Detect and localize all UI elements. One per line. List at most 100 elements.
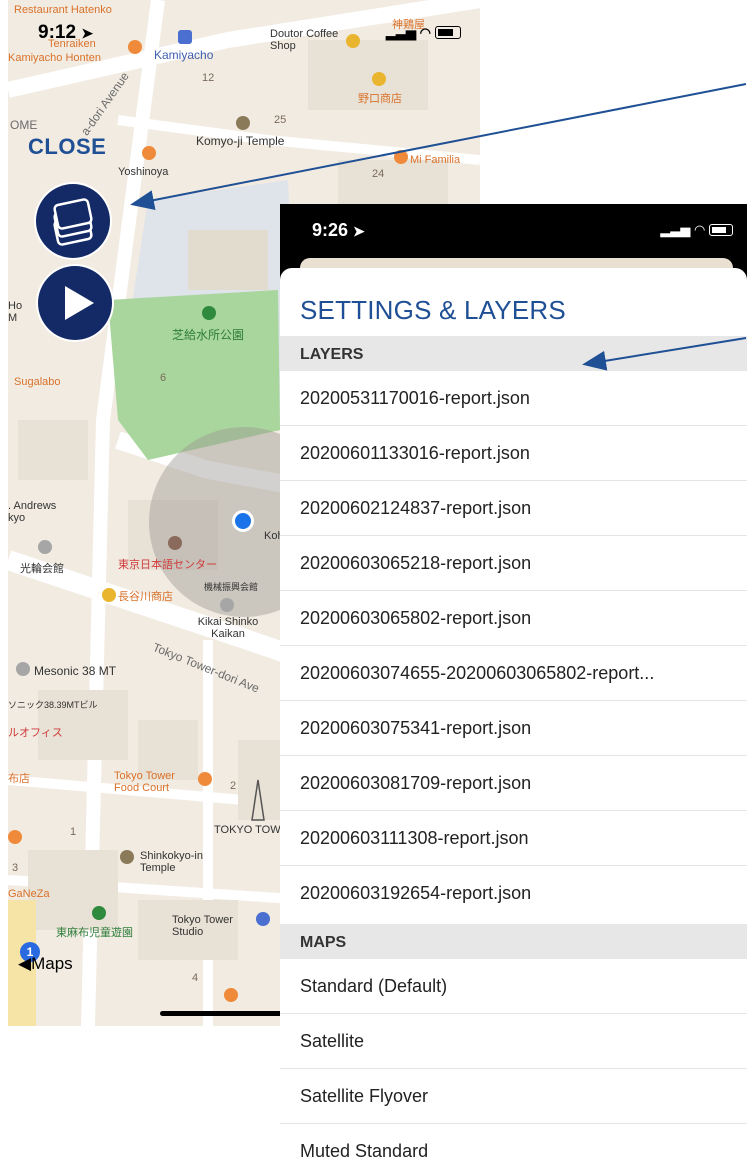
back-to-maps-label: Maps — [31, 954, 73, 973]
map-label[interactable]: ルオフィス — [8, 724, 63, 740]
status-icons: ▂▃▅ ◠ — [386, 24, 461, 41]
block-number: 4 — [192, 972, 199, 984]
map-label[interactable]: Tokyo Tower Studio — [172, 914, 252, 938]
layer-row[interactable]: 20200603065802-report.json — [280, 591, 747, 646]
shop-icon[interactable] — [102, 588, 116, 602]
restaurant-icon[interactable] — [128, 40, 142, 54]
layer-row[interactable]: 20200603075341-report.json — [280, 701, 747, 756]
map-label[interactable]: Mesonic 38 MT — [34, 664, 116, 678]
map-label[interactable]: Doutor Coffee Shop — [270, 28, 340, 52]
layer-row-label: 20200603065218-report.json — [300, 553, 532, 573]
block-number: 24 — [372, 168, 385, 180]
back-to-maps-button[interactable]: ◀Maps — [18, 954, 73, 974]
battery-icon — [709, 224, 733, 236]
status-time-text: 9:12 — [38, 22, 77, 43]
map-label[interactable]: TOKYO TOW — [214, 824, 281, 836]
layer-row-label: 20200531170016-report.json — [300, 388, 530, 408]
layers-section-header: LAYERS — [280, 336, 747, 371]
layer-row[interactable]: 20200603081709-report.json — [280, 756, 747, 811]
map-label[interactable]: 長谷川商店 — [118, 588, 173, 604]
map-label[interactable]: Mi Familia — [410, 154, 460, 166]
play-icon — [65, 286, 94, 320]
map-label[interactable]: 機械振興会館 — [204, 580, 258, 593]
close-button[interactable]: CLOSE — [28, 134, 106, 160]
temple-icon[interactable] — [120, 850, 134, 864]
map-type-row[interactable]: Standard (Default) — [280, 959, 747, 1014]
map-type-label: Standard (Default) — [300, 976, 448, 996]
map-label[interactable]: 布店 — [8, 770, 30, 786]
signal-icon: ▂▃▅ — [660, 222, 691, 237]
map-label[interactable]: Kamiyacho Honten — [8, 52, 101, 64]
map-label[interactable]: 東京日本語センター — [118, 556, 217, 572]
map-label[interactable]: GaNeZa — [8, 888, 50, 900]
layer-row[interactable]: 20200602124837-report.json — [280, 481, 747, 536]
map-type-row[interactable]: Satellite — [280, 1014, 747, 1069]
building-icon[interactable] — [38, 540, 52, 554]
map-label[interactable]: Kamiyacho — [154, 48, 213, 62]
location-arrow-icon: ➤ — [81, 25, 94, 41]
layer-row[interactable]: 20200603074655-20200603065802-report... — [280, 646, 747, 701]
map-label[interactable]: Komyo-ji Temple — [196, 134, 284, 148]
settings-screen: 9:26 ➤ ▂▃▅ ◠ SETTINGS & LAYERS LAYERS 20… — [280, 204, 747, 1176]
map-label[interactable]: 野口商店 — [358, 90, 402, 106]
map-label[interactable]: 芝給水所公園 — [172, 326, 244, 343]
building-icon[interactable] — [16, 662, 30, 676]
restaurant-icon[interactable] — [8, 830, 22, 844]
layer-row-label: 20200603081709-report.json — [300, 773, 532, 793]
park-icon[interactable] — [92, 906, 106, 920]
restaurant-icon[interactable] — [224, 988, 238, 1002]
train-station-icon[interactable] — [178, 30, 192, 44]
layers-button[interactable] — [36, 184, 110, 258]
restaurant-icon[interactable] — [142, 146, 156, 160]
temple-icon[interactable] — [236, 116, 250, 130]
map-type-row[interactable]: Satellite Flyover — [280, 1069, 747, 1124]
status-icons: ▂▃▅ ◠ — [660, 222, 733, 238]
sheet-title: SETTINGS & LAYERS — [300, 295, 566, 325]
map-label[interactable]: Shinkokyo-in Temple — [140, 850, 220, 874]
map-label[interactable]: Kikai Shinko Kaikan — [190, 616, 266, 640]
current-location-dot — [232, 510, 254, 532]
layer-row[interactable]: 20200601133016-report.json — [280, 426, 747, 481]
park-icon[interactable] — [202, 306, 216, 320]
layer-row-label: 20200603075341-report.json — [300, 718, 532, 738]
wifi-icon: ◠ — [419, 25, 431, 40]
map-label[interactable]: . Andrews kyo — [8, 500, 68, 524]
layer-row-label: 20200603192654-report.json — [300, 883, 532, 903]
map-label[interactable]: 東麻布児童遊園 — [56, 924, 133, 940]
map-label[interactable]: Ho M — [8, 300, 34, 324]
building-icon[interactable] — [220, 598, 234, 612]
layer-row[interactable]: 20200603111308-report.json — [280, 811, 747, 866]
map-type-label: Muted Standard — [300, 1141, 429, 1161]
signal-icon: ▂▃▅ — [386, 25, 416, 40]
wifi-icon: ◠ — [694, 222, 706, 237]
coffee-icon[interactable] — [346, 34, 360, 48]
restaurant-icon[interactable] — [394, 150, 408, 164]
map-type-row[interactable]: Muted Standard — [280, 1124, 747, 1176]
block-number: 3 — [12, 862, 19, 874]
layer-row[interactable]: 20200531170016-report.json — [280, 371, 747, 426]
map-label[interactable]: 光輪会館 — [20, 560, 64, 576]
play-button[interactable] — [38, 266, 112, 340]
block-number: 6 — [160, 372, 167, 384]
parking-icon[interactable] — [256, 912, 270, 926]
layer-row[interactable]: 20200603065218-report.json — [280, 536, 747, 591]
settings-sheet: SETTINGS & LAYERS LAYERS 20200531170016-… — [280, 268, 747, 1176]
shop-icon[interactable] — [372, 72, 386, 86]
landmark-icon[interactable] — [168, 536, 182, 550]
map-label[interactable]: Tokyo Tower Food Court — [114, 770, 194, 794]
map-label: OME — [10, 118, 38, 132]
home-indicator[interactable] — [160, 1011, 294, 1016]
block-number: 1 — [70, 826, 77, 838]
map-label[interactable]: Sugalabo — [14, 376, 61, 388]
map-label[interactable]: ソニック38.39MTビル — [8, 698, 98, 711]
layer-row-label: 20200601133016-report.json — [300, 443, 530, 463]
map-label[interactable]: Restaurant Hatenko — [14, 4, 112, 16]
map-label[interactable]: Yoshinoya — [118, 166, 168, 178]
restaurant-icon[interactable] — [198, 772, 212, 786]
layer-row[interactable]: 20200603192654-report.json — [280, 866, 747, 921]
layers-icon — [53, 198, 93, 246]
layer-row-label: 20200603111308-report.json — [300, 828, 529, 848]
location-arrow-icon: ➤ — [353, 223, 365, 239]
layer-row-label: 20200603065802-report.json — [300, 608, 532, 628]
battery-icon — [434, 26, 461, 39]
